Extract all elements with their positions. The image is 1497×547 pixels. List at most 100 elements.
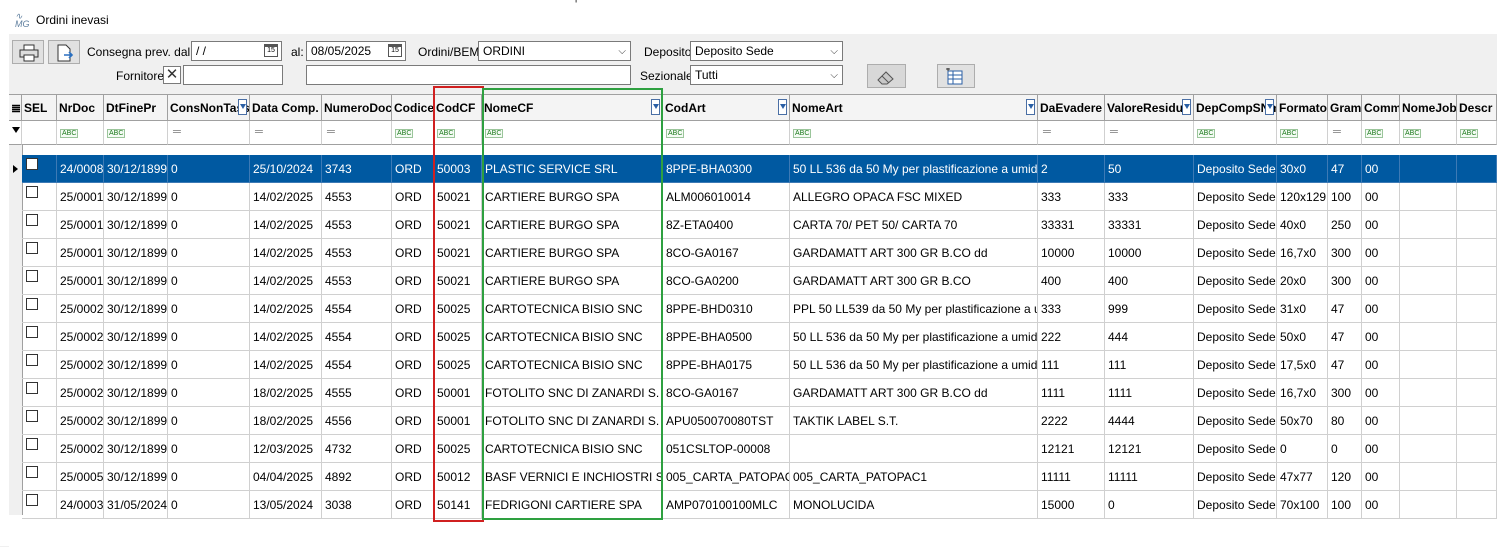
cell-nomeart[interactable]: 50 LL 536 da 50 My per plastificazione a… xyxy=(790,351,1038,379)
column-filter-cell[interactable]: ABC xyxy=(790,121,1038,145)
cell-nrdoc[interactable]: 25/00019 xyxy=(57,239,104,267)
cell-dtfinepr[interactable]: 30/12/1899 xyxy=(104,211,168,239)
column-filter-cell[interactable]: ABC xyxy=(1400,121,1457,145)
cell-codart[interactable]: 8CO-GA0167 xyxy=(663,239,790,267)
filter-funnel-icon[interactable] xyxy=(1026,99,1035,115)
column-header-valoreresiduo[interactable]: ValoreResiduo xyxy=(1105,95,1194,121)
cell-consnontass[interactable]: 0 xyxy=(168,435,250,463)
cell-gram[interactable]: 47 xyxy=(1328,351,1362,379)
column-header-dtfinepr[interactable]: DtFinePr xyxy=(104,95,168,121)
cell-nomeart[interactable]: GARDAMATT ART 300 GR B.CO dd xyxy=(790,239,1038,267)
cell-dtfinepr[interactable]: 30/12/1899 xyxy=(104,323,168,351)
cell-nrdoc[interactable]: 25/00050 xyxy=(57,463,104,491)
cell-depcompsnm[interactable]: Deposito Sede xyxy=(1194,379,1277,407)
cell-depcompsnm[interactable]: Deposito Sede xyxy=(1194,211,1277,239)
cell-codart[interactable]: ALM006010014 xyxy=(663,183,790,211)
sel-checkbox-cell[interactable] xyxy=(22,351,57,379)
column-filter-cell[interactable]: ABC xyxy=(57,121,104,145)
cell-data-comp-[interactable]: 14/02/2025 xyxy=(250,183,322,211)
cell-consnontass[interactable]: 0 xyxy=(168,407,250,435)
cell-nomeart[interactable]: MONOLUCIDA xyxy=(790,491,1038,519)
cell-nrdoc[interactable]: 25/00019 xyxy=(57,211,104,239)
table-row[interactable]: 24/0003831/05/2024013/05/20243038ORD5014… xyxy=(22,491,1497,519)
cell-gram[interactable]: 120 xyxy=(1328,463,1362,491)
cell-codice[interactable]: ORD xyxy=(392,155,434,183)
column-filter-cell[interactable]: ABC xyxy=(1194,121,1277,145)
cell-daevadere[interactable]: 12121 xyxy=(1038,435,1105,463)
cell-numerodoc[interactable]: 4556 xyxy=(322,407,392,435)
cell-formato[interactable]: 40x0 xyxy=(1277,211,1328,239)
cell-numerodoc[interactable]: 4555 xyxy=(322,379,392,407)
cell-depcompsnm[interactable]: Deposito Sede xyxy=(1194,295,1277,323)
cell-gram[interactable]: 0 xyxy=(1328,435,1362,463)
cell-numerodoc[interactable]: 4554 xyxy=(322,323,392,351)
filter-funnel-icon[interactable] xyxy=(1182,99,1191,115)
cell-gram[interactable]: 47 xyxy=(1328,155,1362,183)
column-filter-cell[interactable]: ═ xyxy=(1105,121,1194,145)
cell-nomejob[interactable] xyxy=(1400,463,1457,491)
cell-data-comp-[interactable]: 14/02/2025 xyxy=(250,211,322,239)
cell-dtfinepr[interactable]: 30/12/1899 xyxy=(104,239,168,267)
cell-daevadere[interactable]: 33331 xyxy=(1038,211,1105,239)
cell-depcompsnm[interactable]: Deposito Sede xyxy=(1194,323,1277,351)
cell-formato[interactable]: 50x0 xyxy=(1277,323,1328,351)
ordini-select[interactable]: ORDINI ⌵ xyxy=(478,41,631,61)
cell-descr[interactable] xyxy=(1457,463,1497,491)
cell-nrdoc[interactable]: 24/00086 xyxy=(57,155,104,183)
cell-descr[interactable] xyxy=(1457,267,1497,295)
cell-daevadere[interactable]: 111 xyxy=(1038,351,1105,379)
cell-daevadere[interactable]: 11111 xyxy=(1038,463,1105,491)
cell-depcompsnm[interactable]: Deposito Sede xyxy=(1194,351,1277,379)
cell-daevadere[interactable]: 10000 xyxy=(1038,239,1105,267)
cell-formato[interactable]: 0 xyxy=(1277,435,1328,463)
column-header-data-comp-[interactable]: Data Comp. xyxy=(250,95,322,121)
cell-nomeart[interactable]: ALLEGRO OPACA FSC MIXED xyxy=(790,183,1038,211)
cell-nrdoc[interactable]: 25/00020 xyxy=(57,295,104,323)
cell-nomejob[interactable] xyxy=(1400,351,1457,379)
column-filter-cell[interactable]: ABC xyxy=(1277,121,1328,145)
sel-checkbox-cell[interactable] xyxy=(22,267,57,295)
column-filter-cell[interactable]: ABC xyxy=(1362,121,1400,145)
filter-funnel-icon[interactable] xyxy=(1265,99,1274,115)
cell-daevadere[interactable]: 333 xyxy=(1038,295,1105,323)
cell-formato[interactable]: 47x77 xyxy=(1277,463,1328,491)
cell-numerodoc[interactable]: 4553 xyxy=(322,211,392,239)
cell-consnontass[interactable]: 0 xyxy=(168,491,250,519)
row-select-checkbox[interactable] xyxy=(26,326,38,338)
cell-dtfinepr[interactable]: 30/12/1899 xyxy=(104,463,168,491)
cell-dtfinepr[interactable]: 30/12/1899 xyxy=(104,155,168,183)
cell-depcompsnm[interactable]: Deposito Sede xyxy=(1194,239,1277,267)
cell-comm[interactable]: 00 xyxy=(1362,239,1400,267)
table-row[interactable]: 24/0008630/12/1899025/10/20243743ORD 50 00… xyxy=(22,155,1497,183)
cell-valoreresiduo[interactable]: 444 xyxy=(1105,323,1194,351)
cell-daevadere[interactable]: 2222 xyxy=(1038,407,1105,435)
cell-codice[interactable]: ORD xyxy=(392,407,434,435)
cell-numerodoc[interactable]: 4732 xyxy=(322,435,392,463)
cell-codart[interactable]: 8PPE-BHA0500 xyxy=(663,323,790,351)
cell-consnontass[interactable]: 0 xyxy=(168,211,250,239)
consegna-al-field[interactable]: 08/05/2025 15 xyxy=(306,41,406,61)
sel-checkbox-cell[interactable] xyxy=(22,295,57,323)
cell-dtfinepr[interactable]: 30/12/1899 xyxy=(104,351,168,379)
table-row[interactable]: 25/0001930/12/1899014/02/20254553ORD5002… xyxy=(22,211,1497,239)
cell-depcompsnm[interactable]: Deposito Sede xyxy=(1194,491,1277,519)
table-row[interactable]: 25/0001930/12/1899014/02/20254553ORD5002… xyxy=(22,183,1497,211)
sezionale-select[interactable]: Tutti ⌵ xyxy=(690,65,843,85)
cell-data-comp-[interactable]: 14/02/2025 xyxy=(250,351,322,379)
cell-codart[interactable]: 005_CARTA_PATOPAC1 xyxy=(663,463,790,491)
calendar-icon[interactable]: 15 xyxy=(264,44,278,57)
cell-comm[interactable]: 00 xyxy=(1362,463,1400,491)
cell-valoreresiduo[interactable]: 1111 xyxy=(1105,379,1194,407)
calendar-icon[interactable]: 15 xyxy=(388,44,402,57)
row-select-checkbox[interactable] xyxy=(26,494,38,506)
cell-numerodoc[interactable]: 3038 xyxy=(322,491,392,519)
row-select-checkbox[interactable] xyxy=(26,158,38,170)
cell-data-comp-[interactable]: 04/04/2025 xyxy=(250,463,322,491)
filter-funnel-icon[interactable] xyxy=(778,99,787,115)
sel-checkbox-cell[interactable] xyxy=(22,463,57,491)
cell-depcompsnm[interactable]: Deposito Sede xyxy=(1194,435,1277,463)
cell-valoreresiduo[interactable]: 111 xyxy=(1105,351,1194,379)
cell-valoreresiduo[interactable]: 11111 xyxy=(1105,463,1194,491)
cell-nomejob[interactable] xyxy=(1400,267,1457,295)
row-select-checkbox[interactable] xyxy=(26,242,38,254)
